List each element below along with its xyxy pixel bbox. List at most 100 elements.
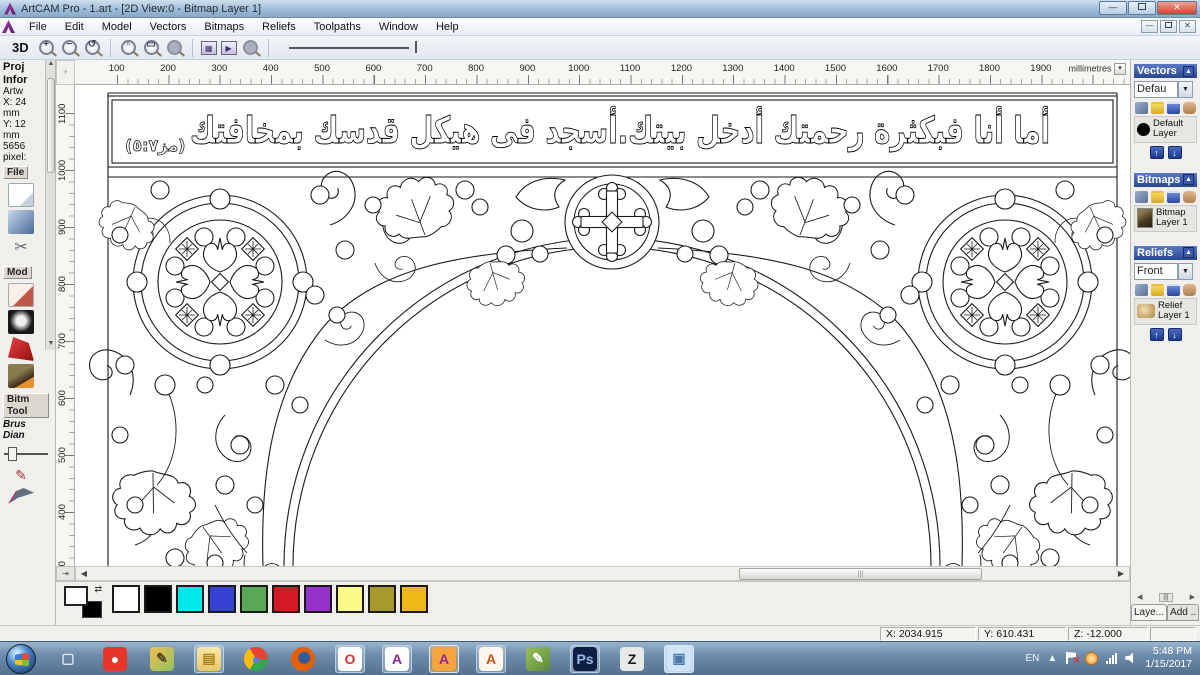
show-desktop-icon[interactable]: ▢: [53, 645, 83, 673]
pane-splitter-button[interactable]: ⇥: [56, 566, 75, 581]
brush-diameter-slider[interactable]: [4, 447, 51, 461]
open-folder-icon[interactable]: [1151, 102, 1164, 114]
artcam-active-icon[interactable]: A: [429, 644, 459, 673]
zoom-in-icon[interactable]: +: [38, 39, 54, 55]
new-layer-icon[interactable]: [1135, 283, 1148, 296]
relief-view-dropdown[interactable]: Front ▼: [1134, 262, 1197, 280]
palette-swatch[interactable]: [336, 585, 364, 613]
open-folder-icon[interactable]: [1151, 283, 1164, 296]
tab-layers[interactable]: Laye...: [1131, 604, 1168, 621]
zbrush-icon[interactable]: Z: [617, 645, 647, 673]
scroll-right-arrow[interactable]: ▶: [1114, 568, 1128, 580]
drawing-canvas[interactable]: أما أنا فبكثرة رحمتك أدخل بيتك.أسجد فى ه…: [75, 85, 1130, 566]
reliefs-section-header[interactable]: Reliefs ▲: [1134, 245, 1197, 260]
windows-explorer-icon[interactable]: ▤: [194, 644, 224, 673]
open-folder-icon[interactable]: [1151, 190, 1164, 203]
draw-brush-icon[interactable]: ✎: [8, 467, 34, 485]
firefox-icon[interactable]: [288, 645, 318, 673]
vectors-section-header[interactable]: Vectors ▲: [1134, 64, 1197, 78]
dropdown-arrow-icon[interactable]: ▼: [1178, 81, 1193, 98]
save-icon[interactable]: [1167, 190, 1180, 203]
move-up-button[interactable]: ↑: [1149, 145, 1164, 159]
menu-item[interactable]: Edit: [56, 19, 93, 35]
line-width-slider[interactable]: [288, 40, 417, 53]
relief-layer-item[interactable]: Relief Layer 1: [1134, 297, 1197, 325]
grab-icon[interactable]: [1183, 283, 1196, 296]
scrollbar-thumb[interactable]: |||: [739, 568, 982, 580]
menu-item[interactable]: Toolpaths: [305, 19, 370, 35]
palette-swatch[interactable]: [400, 585, 428, 613]
restore-button[interactable]: [1128, 1, 1156, 15]
bitmaps-section-header[interactable]: Bitmaps ▲: [1134, 172, 1197, 187]
start-button[interactable]: [6, 643, 36, 674]
grab-icon[interactable]: [1183, 190, 1196, 203]
screenshot-tool-icon[interactable]: ▣: [664, 644, 694, 673]
minimize-button[interactable]: —: [1099, 1, 1127, 15]
download-manager-icon[interactable]: [1085, 651, 1099, 665]
autodesk-icon[interactable]: A: [476, 644, 506, 673]
paint-image-icon[interactable]: [8, 364, 34, 388]
toggle-3d-view-button[interactable]: 3D: [8, 40, 33, 55]
tray-expand-icon[interactable]: ▲: [1047, 653, 1057, 664]
designer-pen-icon[interactable]: ✎: [523, 645, 553, 673]
unit-dropdown-button[interactable]: ▾: [1114, 63, 1126, 75]
menu-item[interactable]: Bitmaps: [195, 19, 253, 35]
move-down-button[interactable]: ↓: [1167, 327, 1182, 341]
artcam-icon[interactable]: A: [382, 644, 412, 673]
network-signal-icon[interactable]: [1106, 652, 1118, 664]
bitmap-link2-icon[interactable]: ▶: [220, 40, 237, 55]
red-lamp-icon[interactable]: [8, 337, 34, 361]
chrome-icon[interactable]: ●: [241, 645, 271, 673]
preview-eye-icon[interactable]: [242, 40, 258, 55]
save-icon[interactable]: [1167, 283, 1180, 296]
palette-swatch[interactable]: [272, 585, 300, 613]
scissors-icon[interactable]: ✂: [8, 237, 34, 261]
menu-item[interactable]: Window: [370, 19, 427, 35]
vector-layer-dropdown[interactable]: Defau ▼: [1134, 81, 1197, 98]
close-button[interactable]: ✕: [1157, 1, 1197, 15]
bitmap-link-icon[interactable]: ▦: [200, 40, 217, 55]
grab-icon[interactable]: [1183, 102, 1196, 114]
mdi-restore-button[interactable]: [1160, 20, 1177, 33]
new-layer-icon[interactable]: [1135, 102, 1148, 114]
zoom-out-icon[interactable]: −: [61, 39, 77, 55]
zoom-object-icon[interactable]: [166, 40, 182, 55]
menu-item[interactable]: Model: [93, 19, 141, 35]
opera-icon[interactable]: O: [335, 644, 365, 673]
clock[interactable]: 5:48 PM 1/15/2017: [1145, 645, 1196, 671]
action-center-flag-icon[interactable]: ✕: [1065, 652, 1080, 665]
collapse-icon[interactable]: ▲: [1183, 247, 1194, 259]
new-model-icon[interactable]: [8, 183, 34, 207]
bw-image-icon[interactable]: [8, 310, 34, 334]
palette-swatch[interactable]: [240, 585, 268, 613]
palette-swatch[interactable]: [304, 585, 332, 613]
teddy-image-icon[interactable]: [8, 283, 34, 307]
colour-picker-icon[interactable]: [8, 488, 34, 504]
new-layer-icon[interactable]: [1135, 190, 1148, 203]
palette-swatch[interactable]: [208, 585, 236, 613]
mdi-close-button[interactable]: ✕: [1179, 20, 1196, 33]
volume-icon[interactable]: [1125, 652, 1134, 664]
palette-swatch[interactable]: [176, 585, 204, 613]
zoom-fit-icon[interactable]: ▭: [143, 39, 159, 55]
palette-swatch[interactable]: [368, 585, 396, 613]
menu-item[interactable]: Help: [427, 19, 468, 35]
move-down-button[interactable]: ↓: [1167, 145, 1182, 159]
gom-player-icon[interactable]: ●: [100, 645, 130, 673]
collapse-icon[interactable]: ▲: [1183, 65, 1194, 77]
zoom-box-icon[interactable]: ▫: [120, 39, 136, 55]
palette-swatch[interactable]: [112, 585, 140, 613]
zoom-previous-icon[interactable]: ↺: [84, 39, 100, 55]
collapse-icon[interactable]: ▲: [1183, 174, 1194, 186]
layer-color-dot[interactable]: [1137, 122, 1150, 136]
menu-item[interactable]: Vectors: [141, 19, 196, 35]
model-wizard-icon[interactable]: [8, 210, 34, 234]
photoshop-icon[interactable]: Ps: [570, 644, 600, 673]
move-up-button[interactable]: ↑: [1149, 327, 1164, 341]
tab-add[interactable]: Add ..: [1167, 604, 1200, 621]
menu-item[interactable]: File: [20, 19, 56, 35]
primary-secondary-colours[interactable]: ⇄: [64, 584, 102, 618]
bitmap-layer-item[interactable]: Bitmap Layer 1: [1134, 204, 1197, 232]
right-tab-scroll[interactable]: ◀ ||| ▶: [1131, 593, 1200, 602]
palette-swatch[interactable]: [144, 585, 172, 613]
